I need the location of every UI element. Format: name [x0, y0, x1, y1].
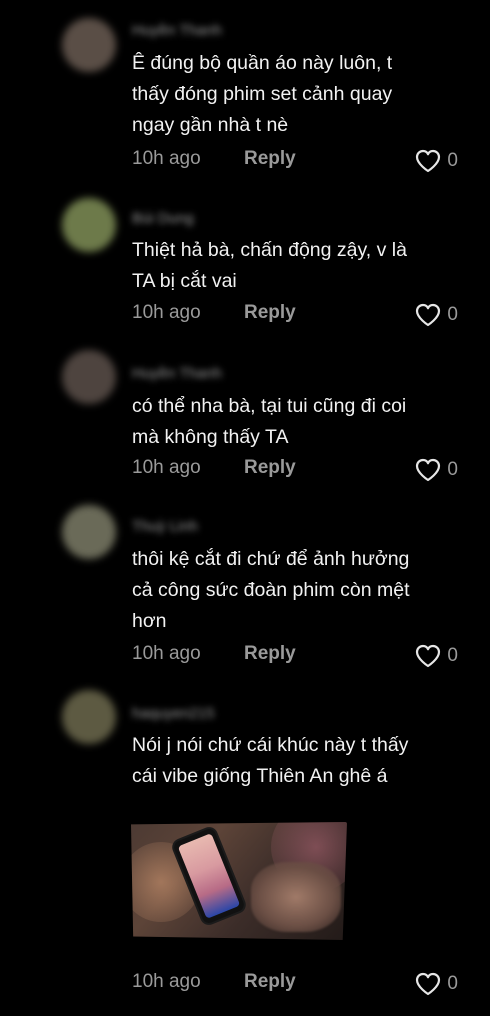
- reply-button[interactable]: Reply: [244, 148, 296, 170]
- heart-icon[interactable]: [415, 644, 441, 668]
- avatar[interactable]: [62, 505, 116, 559]
- like-button[interactable]: 0: [415, 971, 458, 997]
- reply-button[interactable]: Reply: [244, 971, 296, 993]
- like-count: 0: [447, 973, 458, 994]
- comment-meta: 10h ago Reply 0: [132, 148, 458, 174]
- comment-image-attachment[interactable]: [131, 822, 347, 940]
- heart-icon[interactable]: [415, 149, 441, 173]
- comment-text: có thể nha bà, tại tui cũng đi coi mà kh…: [132, 395, 407, 448]
- like-button[interactable]: 0: [415, 148, 458, 174]
- like-count: 0: [447, 304, 458, 325]
- avatar[interactable]: [62, 350, 116, 404]
- image-hand: [251, 862, 341, 932]
- avatar[interactable]: [62, 690, 116, 744]
- comment-meta: 10h ago Reply 0: [132, 302, 458, 328]
- like-count: 0: [447, 150, 458, 171]
- comment-meta: 10h ago Reply 0: [132, 643, 458, 669]
- comment-timestamp: 10h ago: [132, 302, 201, 323]
- avatar[interactable]: [62, 18, 116, 72]
- comment-meta: 10h ago Reply 0: [132, 457, 458, 483]
- comment-meta: 10h ago Reply 0: [132, 971, 458, 997]
- comment-timestamp: 10h ago: [132, 148, 201, 169]
- like-button[interactable]: 0: [415, 457, 458, 483]
- comment-timestamp: 10h ago: [132, 457, 201, 478]
- comment-text: Nói j nói chứ cái khúc này t thấy cái vi…: [132, 734, 409, 787]
- heart-icon[interactable]: [415, 972, 441, 996]
- reply-button[interactable]: Reply: [244, 457, 296, 479]
- comment-username[interactable]: haquyen215: [132, 705, 215, 722]
- comment-timestamp: 10h ago: [132, 971, 201, 992]
- like-count: 0: [447, 645, 458, 666]
- comment-text: thôi kệ cắt đi chứ để ảnh hưởng cả công …: [132, 548, 410, 632]
- heart-icon[interactable]: [415, 458, 441, 482]
- comment-text: Ê đúng bộ quần áo này luôn, t thấy đóng …: [132, 52, 393, 136]
- comment-timestamp: 10h ago: [132, 643, 201, 664]
- comment-username[interactable]: Bùi Dung: [132, 210, 194, 227]
- avatar[interactable]: [62, 198, 116, 252]
- like-button[interactable]: 0: [415, 643, 458, 669]
- comment-username[interactable]: Huyền Thanh: [132, 22, 222, 39]
- like-count: 0: [447, 459, 458, 480]
- comment-username[interactable]: Thuỳ Linh: [132, 518, 198, 535]
- comment-username[interactable]: Huyền Thanh: [132, 365, 222, 382]
- reply-button[interactable]: Reply: [244, 302, 296, 324]
- reply-button[interactable]: Reply: [244, 643, 296, 665]
- like-button[interactable]: 0: [415, 302, 458, 328]
- heart-icon[interactable]: [415, 303, 441, 327]
- comment-text: Thiệt hả bà, chấn động zậy, v là TA bị c…: [132, 239, 407, 292]
